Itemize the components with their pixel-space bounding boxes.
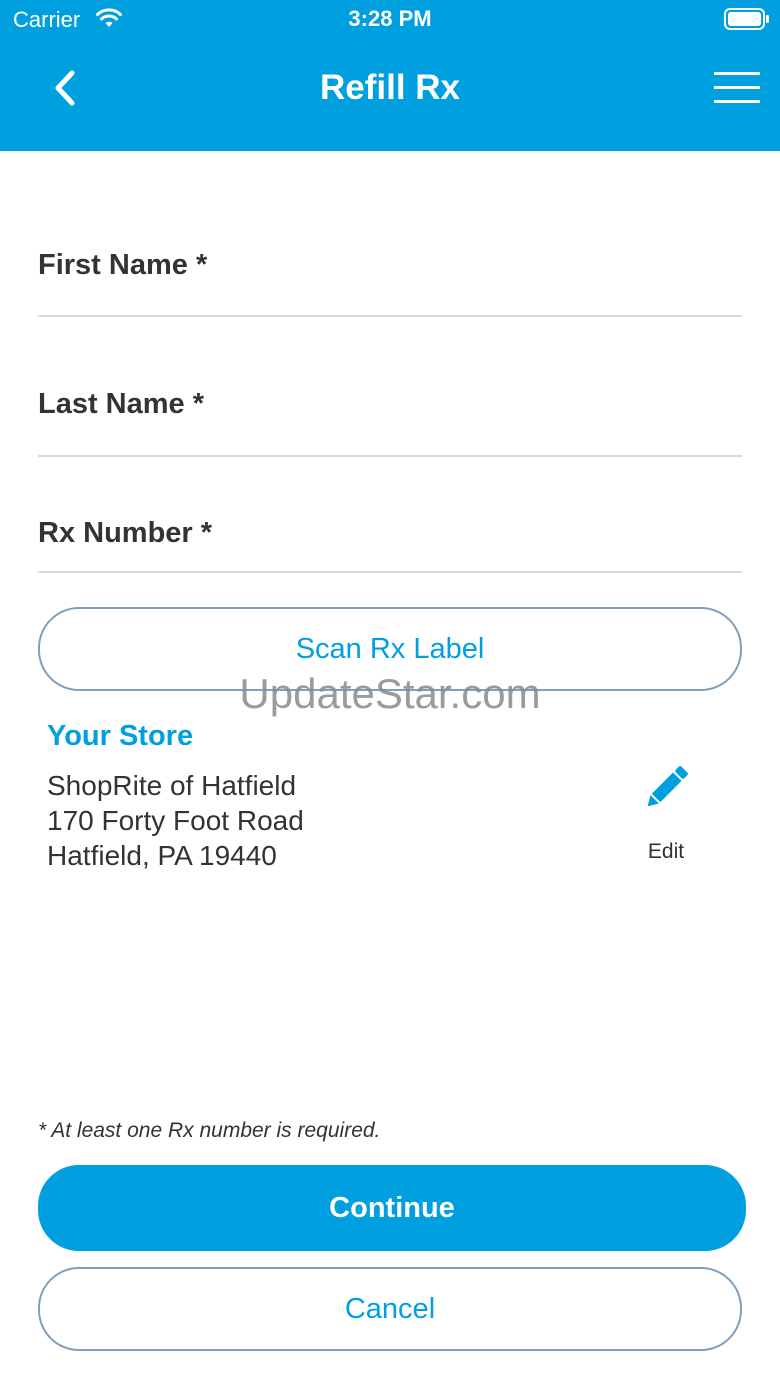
nav-bar: Refill Rx [0,40,780,151]
first-name-field[interactable]: First Name * [38,240,746,317]
cancel-button[interactable]: Cancel [38,1267,742,1351]
hamburger-menu-icon[interactable] [712,68,764,108]
battery-icon [724,8,769,30]
your-store-heading: Your Store [47,720,194,752]
status-bar: Carrier 3:28 PM [0,0,780,40]
rx-number-field[interactable]: Rx Number * [38,508,746,573]
header: Carrier 3:28 PM Refill Rx [0,0,780,151]
last-name-field[interactable]: Last Name * [38,380,746,457]
last-name-input[interactable] [38,380,746,457]
rx-required-note: * At least one Rx number is required. [38,1119,381,1142]
store-name: ShopRite of Hatfield [47,770,297,801]
page-title: Refill Rx [319,68,461,107]
rx-number-input[interactable] [38,508,746,573]
clock: 3:28 PM [348,6,432,31]
edit-store-button[interactable]: Edit [626,840,706,864]
refill-rx-screen: Carrier 3:28 PM Refill Rx First Name * L… [0,0,780,1387]
store-street: 170 Forty Foot Road [47,805,304,836]
continue-button[interactable]: Continue [38,1165,746,1251]
store-city-state-zip: Hatfield, PA 19440 [47,840,277,871]
watermark: UpdateStar.com [239,670,541,717]
pencil-icon[interactable] [638,760,694,816]
first-name-input[interactable] [38,240,746,317]
